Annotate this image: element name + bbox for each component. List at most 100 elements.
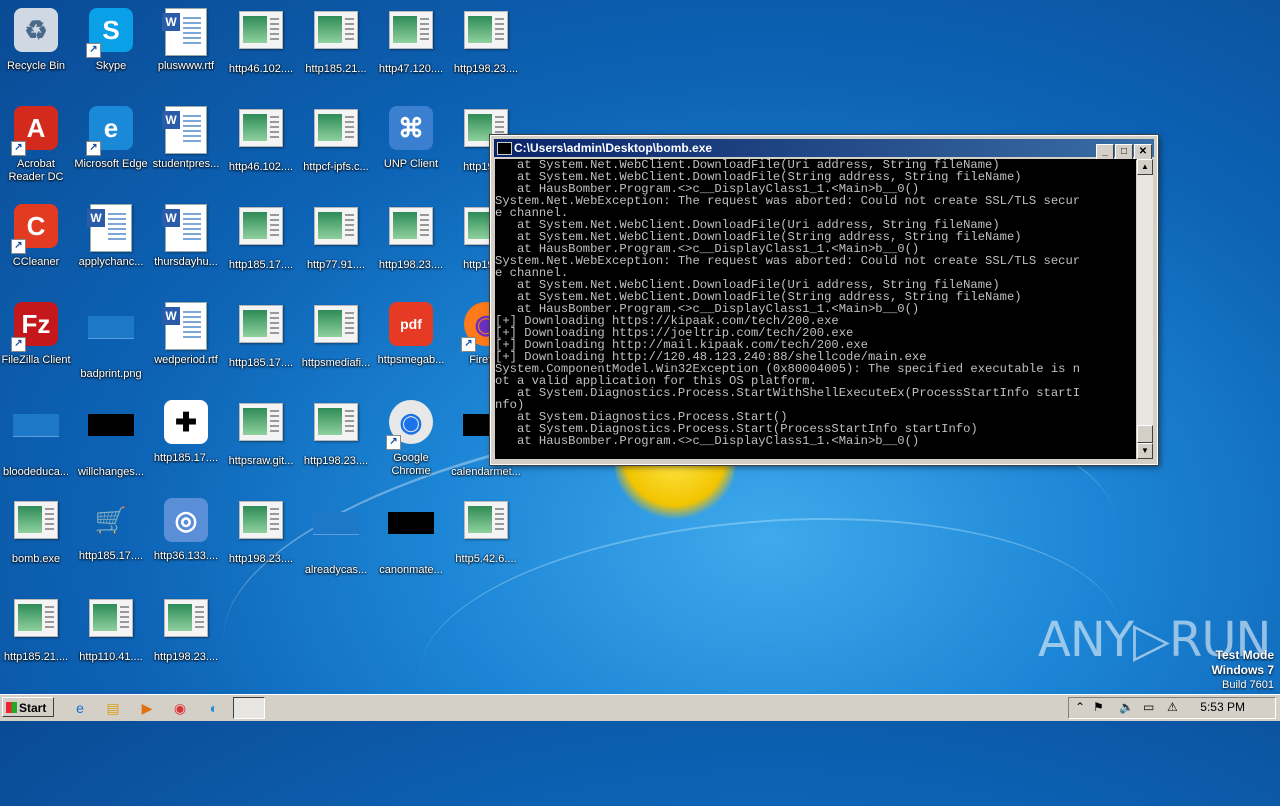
start-label: Start — [19, 701, 47, 715]
html-file-icon — [236, 501, 286, 551]
desktop-icon-label: http198.23.... — [378, 259, 444, 271]
media-player-icon[interactable]: ▶ — [137, 698, 157, 718]
edge-icon[interactable]: ◐ — [204, 698, 224, 718]
skype-icon: S ↗ — [86, 8, 136, 58]
console-line: at System.Diagnostics.Process.StartWithS… — [495, 386, 1081, 400]
word-document-icon: W — [161, 204, 211, 254]
volume-icon[interactable]: 🔈 — [1119, 700, 1134, 714]
desktop-icon[interactable]: pdf httpsmegab... — [373, 298, 449, 388]
console-app-icon — [497, 142, 512, 155]
action-center-icon[interactable]: ⚑ — [1093, 700, 1104, 714]
html-file-icon — [386, 207, 436, 257]
console-window[interactable]: C:\Users\admin\Desktop\bomb.exe _ □ ✕ at S… — [490, 135, 1158, 465]
test-mode-label: Test Mode — [1215, 648, 1274, 662]
ccleaner-icon: C ↗ — [11, 204, 61, 254]
desktop-icon[interactable]: http46.102.... — [223, 102, 299, 192]
desktop-icon-label: wedperiod.rtf — [154, 354, 218, 366]
clock[interactable]: 5:53 PM — [1200, 700, 1245, 714]
desktop-icon[interactable]: badprint.png — [73, 298, 149, 388]
tray-expand-icon[interactable]: ⌃ — [1075, 700, 1085, 714]
desktop-icon[interactable]: Wapplychanc... — [73, 200, 149, 290]
desktop-icon[interactable]: http185.17.... — [223, 200, 299, 290]
image-file-icon — [311, 512, 361, 562]
explorer-icon[interactable]: ▤ — [103, 698, 123, 718]
shortcut-arrow-icon: ↗ — [86, 43, 101, 58]
desktop-icon[interactable]: Wwedperiod.rtf — [148, 298, 224, 388]
desktop-icon[interactable]: httpcf-ipfs.c... — [298, 102, 374, 192]
desktop-icon[interactable]: canonmate... — [373, 494, 449, 584]
html-file-icon — [311, 11, 361, 61]
desktop-icon[interactable]: http110.41.... — [73, 592, 149, 682]
security-icon[interactable]: ⚠ — [1167, 700, 1178, 714]
desktop-icon[interactable]: http198.23.... — [223, 494, 299, 584]
desktop-icon[interactable]: ◎ http36.133.... — [148, 494, 224, 584]
desktop-icon[interactable]: Wthursdayhu... — [148, 200, 224, 290]
desktop-icon[interactable]: ♻ Recycle Bin — [0, 4, 74, 94]
desktop-icon-label: http185.17.... — [78, 550, 144, 562]
desktop-icon-label: bloodeduca... — [2, 466, 70, 478]
scroll-down-button[interactable]: ▼ — [1137, 443, 1153, 459]
image-file-icon — [11, 414, 61, 464]
console-output[interactable]: at System.Net.WebClient.DownloadFile(Uri… — [495, 159, 1136, 459]
taskbar-item-console[interactable] — [233, 697, 265, 719]
desktop-icon[interactable]: http46.102.... — [223, 4, 299, 94]
desktop-icon[interactable]: httpsraw.git... — [223, 396, 299, 486]
desktop-icon[interactable]: bloodeduca... — [0, 396, 74, 486]
desktop-icon-label: http47.120.... — [378, 63, 444, 75]
desktop-icon[interactable]: Wpluswww.rtf — [148, 4, 224, 94]
minimize-button[interactable]: _ — [1096, 144, 1114, 160]
shortcut-arrow-icon: ↗ — [461, 337, 476, 352]
html-file-icon — [461, 11, 511, 61]
html-file-icon — [11, 501, 61, 551]
desktop-icon[interactable]: alreadycas... — [298, 494, 374, 584]
desktop-icon[interactable]: C ↗ CCleaner — [0, 200, 74, 290]
windows-flag-icon — [6, 702, 17, 713]
image-file-icon — [386, 512, 436, 562]
desktop-icon[interactable]: A ↗ Acrobat Reader DC — [0, 102, 74, 192]
chrome-icon[interactable]: ◉ — [170, 698, 190, 718]
maximize-button[interactable]: □ — [1115, 144, 1133, 160]
scroll-thumb[interactable] — [1137, 425, 1153, 443]
html-file-icon — [236, 403, 286, 453]
desktop-icon[interactable]: Fz ↗ FileZilla Client — [0, 298, 74, 388]
html-file-icon — [461, 501, 511, 551]
desktop-icon[interactable]: http77.91.... — [298, 200, 374, 290]
desktop-icon[interactable]: S ↗ Skype — [73, 4, 149, 94]
scroll-up-button[interactable]: ▲ — [1137, 159, 1153, 175]
desktop-icon-label: httpsmegab... — [377, 354, 445, 366]
desktop-icon[interactable]: bomb.exe — [0, 494, 74, 584]
ie-icon[interactable]: e — [70, 698, 90, 718]
desktop-icon[interactable]: Wstudentpres... — [148, 102, 224, 192]
desktop-icon-label: http185.17.... — [228, 357, 294, 369]
desktop-icon[interactable]: http198.23.... — [448, 4, 524, 94]
build-label: Build 7601 — [1222, 679, 1274, 691]
desktop-icon[interactable]: willchanges... — [73, 396, 149, 486]
shortcut-arrow-icon: ↗ — [11, 239, 26, 254]
desktop-icon[interactable]: ✚ http185.17.... — [148, 396, 224, 486]
desktop-icon[interactable]: ⌘ UNP Client — [373, 102, 449, 192]
desktop-icon[interactable]: http185.21... — [298, 4, 374, 94]
desktop-icon[interactable]: http185.21.... — [0, 592, 74, 682]
desktop-icon-label: FileZilla Client — [1, 354, 71, 366]
desktop-icon[interactable]: httpsmediafi... — [298, 298, 374, 388]
desktop-icon[interactable]: http5.42.6.... — [448, 494, 524, 584]
network-icon[interactable]: ▭ — [1143, 700, 1154, 714]
desktop-icon[interactable]: http198.23.... — [148, 592, 224, 682]
shopping-cart-icon: 🛒 — [94, 504, 128, 535]
html-file-icon — [236, 109, 286, 159]
desktop-icon[interactable]: http47.120.... — [373, 4, 449, 94]
console-titlebar[interactable]: C:\Users\admin\Desktop\bomb.exe _ □ ✕ — [494, 139, 1154, 160]
start-button[interactable]: Start — [2, 697, 54, 717]
image-file-icon — [86, 414, 136, 464]
desktop-icon[interactable]: e ↗ Microsoft Edge — [73, 102, 149, 192]
desktop-icon[interactable]: ◉ ↗ Google Chrome — [373, 396, 449, 486]
desktop-icon-label: applychanc... — [78, 256, 144, 268]
close-button[interactable]: ✕ — [1134, 144, 1152, 160]
console-scrollbar[interactable]: ▲ ▼ — [1137, 159, 1153, 459]
desktop-icon[interactable]: http198.23.... — [373, 200, 449, 290]
system-tray: ⌃ ⚑ 🔈 ▭ ⚠ 5:53 PM — [1068, 697, 1276, 719]
desktop-icon-label: Recycle Bin — [6, 60, 66, 72]
desktop-icon[interactable]: 🛒 http185.17.... — [73, 494, 149, 584]
desktop-icon[interactable]: http198.23.... — [298, 396, 374, 486]
desktop-icon[interactable]: http185.17.... — [223, 298, 299, 388]
